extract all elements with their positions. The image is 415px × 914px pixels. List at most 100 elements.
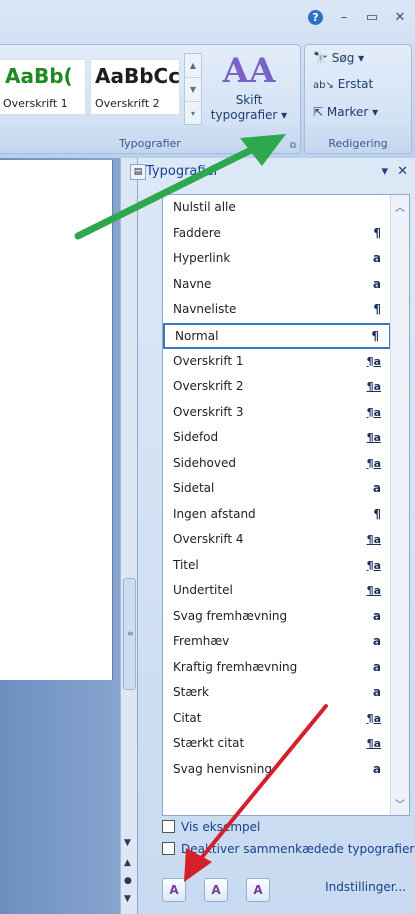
manage-styles-icon: A [253,883,263,897]
styles-gallery-scroll[interactable]: ▲ ▼ ▾ [184,53,202,125]
style-row[interactable]: Stærkt citat ¶a [163,731,409,757]
linked-style-icon: ¶a [366,584,381,597]
style-row[interactable]: Faddere ¶ [163,221,409,247]
disable-linked-checkbox[interactable]: Deaktiver sammenkædede typografier [162,842,414,856]
gallery-up-icon[interactable]: ▲ [185,54,201,78]
style-row[interactable]: Undertitel ¶a [163,578,409,604]
linked-style-icon: ¶a [366,354,381,368]
change-styles-label-2: typografier ▾ [210,108,288,122]
style-row[interactable]: Titel ¶a [163,553,409,579]
checkbox-icon[interactable] [162,842,175,855]
scroll-grip-icon: ≡ [127,629,134,638]
replace-label: Erstat [337,77,374,91]
styles-group: AaBb( Overskrift 1 AaBbCc Overskrift 2 ▲… [0,44,301,154]
style-row[interactable]: Sidetal a [163,476,409,502]
style-row[interactable]: Citat ¶a [163,706,409,732]
checkbox-icon[interactable] [162,820,175,833]
style-row[interactable]: Stærk a [163,680,409,706]
style-row[interactable]: Overskrift 2 ¶a [163,374,409,400]
document-page[interactable] [0,160,113,680]
editing-group: 🔭 Søg ▾ ab↘ Erstat ⇱ Marker ▾ Redigering [304,44,412,154]
change-styles-label-1: Skift [235,93,263,107]
character-style-icon: a [372,761,381,776]
style-row[interactable]: Kraftig fremhævning a [163,655,409,681]
styles-pane: ▤ Typografier ▾ ✕ Nulstil alle Faddere ¶ Hy… [130,158,415,914]
style-row[interactable]: Sidefod ¶a [163,425,409,451]
restore-button[interactable]: ▭ [365,10,379,25]
style-sample-heading1[interactable]: AaBb( Overskrift 1 [0,59,86,115]
styles-pane-header: ▤ Typografier ▾ ✕ [130,158,415,186]
style-name: Fremhæv [173,634,230,648]
style-row[interactable]: Hyperlink a [163,246,409,272]
style-row[interactable]: Overskrift 4 ¶a [163,527,409,553]
style-name: Svag henvisning [173,761,272,776]
style-name: Navneliste [173,302,237,316]
style-name: Navne [173,276,212,291]
styles-pane-title: Typografier [146,164,219,179]
linked-style-icon: ¶a [366,558,381,572]
style-row[interactable]: Fremhæv a [163,629,409,655]
style-name: Titel [173,557,199,572]
style-row[interactable]: Overskrift 1 ¶a [163,349,409,375]
help-icon[interactable]: ? [308,10,323,25]
paragraph-style-icon: ¶ [373,302,381,316]
style-name: Stærkt citat [173,736,245,750]
style-name: Ingen afstand [173,506,256,521]
linked-style-icon: ¶a [366,431,381,444]
style-name: Sidetal [173,481,215,495]
style-sample-heading2[interactable]: AaBbCc Overskrift 2 [90,59,180,115]
disable-linked-label: Deaktiver sammenkædede typografier [181,842,415,856]
select-button[interactable]: ⇱ Marker ▾ [313,105,378,119]
style-name: Overskrift 3 [173,404,244,419]
close-button[interactable]: ✕ [393,10,407,25]
gallery-down-icon[interactable]: ▼ [185,78,201,102]
style-name: Sidefod [173,430,219,444]
style-row[interactable]: Svag fremhævning a [163,604,409,630]
style-inspector-button[interactable]: A [204,878,228,902]
browse-object-icon[interactable]: ● [124,876,132,886]
character-style-icon: a [372,481,381,495]
chevron-down-icon[interactable]: ﹀ [391,796,409,811]
styles-group-label: Typografier [119,137,181,150]
manage-styles-button[interactable]: A [246,878,270,902]
style-name: Overskrift 4 [173,532,244,546]
next-page-icon[interactable]: ▼ [124,894,131,904]
character-style-icon: a [372,251,381,265]
new-style-button[interactable]: A [162,878,186,902]
paragraph-style-icon: ¶ [371,328,379,343]
previous-page-icon[interactable]: ▲ [124,858,131,868]
style-name: Hyperlink [173,251,231,265]
style-sample-text: AaBb( [5,64,73,88]
pane-close-icon[interactable]: ✕ [397,164,408,179]
character-style-icon: a [372,685,381,699]
options-link[interactable]: Indstillinger... [325,880,406,894]
find-button[interactable]: 🔭 Søg ▾ [313,51,364,65]
find-label: Søg ▾ [331,51,365,65]
scroll-down-icon[interactable]: ▼ [124,838,131,848]
scroll-thumb[interactable]: ≡ [123,578,136,690]
paragraph-style-icon: ¶ [373,225,381,240]
replace-icon: ab↘ [313,80,334,91]
gallery-more-icon[interactable]: ▾ [185,102,201,125]
styles-list: Nulstil alle Faddere ¶ Hyperlink a Navne a Navn… [162,194,410,816]
editing-group-label: Redigering [328,137,388,150]
change-styles-button[interactable]: AA Skift typografier ▾ [206,49,292,133]
style-row[interactable]: Normal ¶ [163,322,391,349]
style-name: Sidehoved [173,455,236,470]
chevron-up-icon[interactable]: ︿ [391,199,409,214]
style-row[interactable]: Navne a [163,272,409,298]
styles-list-scrollbar[interactable]: ︿ ﹀ [390,195,409,815]
style-row[interactable]: Svag henvisning a [163,757,409,783]
minimize-button[interactable]: – [337,10,351,25]
document-scrollbar[interactable]: ≡ ▼ ▲ ● ▼ [120,158,137,914]
style-row[interactable]: Overskrift 3 ¶a [163,400,409,426]
style-row[interactable]: Sidehoved ¶a [163,451,409,477]
style-row[interactable]: Ingen afstand ¶ [163,502,409,528]
linked-style-icon: ¶a [366,405,381,419]
style-row[interactable]: Navneliste ¶ [163,297,409,323]
replace-button[interactable]: ab↘ Erstat [313,77,373,91]
style-inspector-icon: A [211,883,221,897]
pane-menu-icon[interactable]: ▾ [381,164,388,179]
show-preview-checkbox[interactable]: Vis eksempel [162,820,260,834]
style-row[interactable]: Nulstil alle [163,195,409,221]
